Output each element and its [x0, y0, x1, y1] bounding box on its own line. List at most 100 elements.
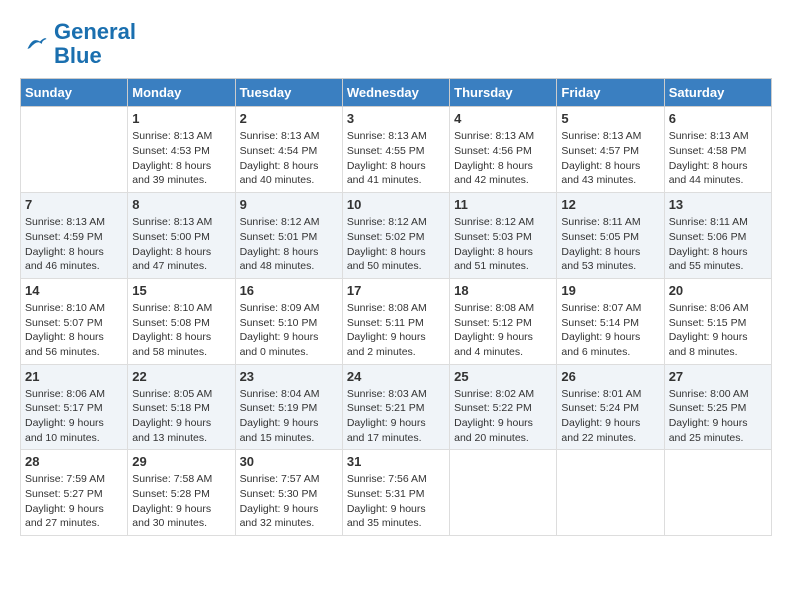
day-number: 8	[132, 197, 230, 212]
day-info: Sunrise: 8:06 AM Sunset: 5:17 PM Dayligh…	[25, 387, 123, 446]
day-number: 9	[240, 197, 338, 212]
calendar-cell: 20 Sunrise: 8:06 AM Sunset: 5:15 PM Dayli…	[664, 278, 771, 364]
day-number: 2	[240, 111, 338, 126]
day-info: Sunrise: 8:02 AM Sunset: 5:22 PM Dayligh…	[454, 387, 552, 446]
calendar-cell: 8 Sunrise: 8:13 AM Sunset: 5:00 PM Daylig…	[128, 193, 235, 279]
day-number: 16	[240, 283, 338, 298]
day-info: Sunrise: 8:13 AM Sunset: 5:00 PM Dayligh…	[132, 215, 230, 274]
calendar-cell: 9 Sunrise: 8:12 AM Sunset: 5:01 PM Daylig…	[235, 193, 342, 279]
calendar-cell: 30 Sunrise: 7:57 AM Sunset: 5:30 PM Dayli…	[235, 450, 342, 536]
weekday-header: Monday	[128, 79, 235, 107]
calendar-cell: 2 Sunrise: 8:13 AM Sunset: 4:54 PM Daylig…	[235, 107, 342, 193]
day-number: 18	[454, 283, 552, 298]
day-number: 14	[25, 283, 123, 298]
day-number: 1	[132, 111, 230, 126]
calendar-week-row: 1 Sunrise: 8:13 AM Sunset: 4:53 PM Daylig…	[21, 107, 772, 193]
day-number: 28	[25, 454, 123, 469]
calendar-cell: 31Sunrise: 7:56 AM Sunset: 5:31 PM Dayli…	[342, 450, 449, 536]
calendar-week-row: 28 Sunrise: 7:59 AM Sunset: 5:27 PM Dayli…	[21, 450, 772, 536]
calendar-cell: 25 Sunrise: 8:02 AM Sunset: 5:22 PM Dayli…	[450, 364, 557, 450]
calendar-cell: 10 Sunrise: 8:12 AM Sunset: 5:02 PM Dayli…	[342, 193, 449, 279]
weekday-header: Saturday	[664, 79, 771, 107]
calendar-cell: 17Sunrise: 8:08 AM Sunset: 5:11 PM Dayli…	[342, 278, 449, 364]
day-number: 29	[132, 454, 230, 469]
calendar-header-row: SundayMondayTuesdayWednesdayThursdayFrid…	[21, 79, 772, 107]
day-info: Sunrise: 7:58 AM Sunset: 5:28 PM Dayligh…	[132, 472, 230, 531]
calendar-cell	[21, 107, 128, 193]
day-number: 24	[347, 369, 445, 384]
calendar-cell: 6Sunrise: 8:13 AM Sunset: 4:58 PM Daylig…	[664, 107, 771, 193]
day-info: Sunrise: 8:12 AM Sunset: 5:03 PM Dayligh…	[454, 215, 552, 274]
day-info: Sunrise: 8:13 AM Sunset: 4:53 PM Dayligh…	[132, 129, 230, 188]
calendar-cell: 24 Sunrise: 8:03 AM Sunset: 5:21 PM Dayli…	[342, 364, 449, 450]
calendar-cell: 18 Sunrise: 8:08 AM Sunset: 5:12 PM Dayli…	[450, 278, 557, 364]
day-info: Sunrise: 8:07 AM Sunset: 5:14 PM Dayligh…	[561, 301, 659, 360]
day-number: 17	[347, 283, 445, 298]
day-info: Sunrise: 8:13 AM Sunset: 4:57 PM Dayligh…	[561, 129, 659, 188]
weekday-header: Tuesday	[235, 79, 342, 107]
day-number: 20	[669, 283, 767, 298]
day-number: 13	[669, 197, 767, 212]
day-number: 7	[25, 197, 123, 212]
calendar-cell: 4 Sunrise: 8:13 AM Sunset: 4:56 PM Daylig…	[450, 107, 557, 193]
calendar-cell: 14Sunrise: 8:10 AM Sunset: 5:07 PM Dayli…	[21, 278, 128, 364]
weekday-header: Wednesday	[342, 79, 449, 107]
day-info: Sunrise: 8:03 AM Sunset: 5:21 PM Dayligh…	[347, 387, 445, 446]
day-number: 10	[347, 197, 445, 212]
day-info: Sunrise: 8:11 AM Sunset: 5:06 PM Dayligh…	[669, 215, 767, 274]
calendar-cell: 16 Sunrise: 8:09 AM Sunset: 5:10 PM Dayli…	[235, 278, 342, 364]
calendar-cell: 26 Sunrise: 8:01 AM Sunset: 5:24 PM Dayli…	[557, 364, 664, 450]
day-info: Sunrise: 8:13 AM Sunset: 4:59 PM Dayligh…	[25, 215, 123, 274]
day-number: 30	[240, 454, 338, 469]
day-number: 19	[561, 283, 659, 298]
weekday-header: Thursday	[450, 79, 557, 107]
calendar-cell: 23 Sunrise: 8:04 AM Sunset: 5:19 PM Dayli…	[235, 364, 342, 450]
weekday-header: Friday	[557, 79, 664, 107]
day-info: Sunrise: 8:06 AM Sunset: 5:15 PM Dayligh…	[669, 301, 767, 360]
day-info: Sunrise: 8:05 AM Sunset: 5:18 PM Dayligh…	[132, 387, 230, 446]
day-number: 3	[347, 111, 445, 126]
day-number: 25	[454, 369, 552, 384]
day-number: 27	[669, 369, 767, 384]
calendar-week-row: 14Sunrise: 8:10 AM Sunset: 5:07 PM Dayli…	[21, 278, 772, 364]
calendar-cell	[450, 450, 557, 536]
day-info: Sunrise: 7:59 AM Sunset: 5:27 PM Dayligh…	[25, 472, 123, 531]
calendar-cell	[664, 450, 771, 536]
logo-icon	[20, 34, 50, 54]
day-number: 12	[561, 197, 659, 212]
day-info: Sunrise: 8:01 AM Sunset: 5:24 PM Dayligh…	[561, 387, 659, 446]
calendar-cell: 13 Sunrise: 8:11 AM Sunset: 5:06 PM Dayli…	[664, 193, 771, 279]
day-info: Sunrise: 8:08 AM Sunset: 5:12 PM Dayligh…	[454, 301, 552, 360]
calendar-cell: 29 Sunrise: 7:58 AM Sunset: 5:28 PM Dayli…	[128, 450, 235, 536]
day-number: 6	[669, 111, 767, 126]
day-info: Sunrise: 8:13 AM Sunset: 4:54 PM Dayligh…	[240, 129, 338, 188]
calendar-week-row: 21 Sunrise: 8:06 AM Sunset: 5:17 PM Dayli…	[21, 364, 772, 450]
day-number: 4	[454, 111, 552, 126]
day-info: Sunrise: 8:04 AM Sunset: 5:19 PM Dayligh…	[240, 387, 338, 446]
day-number: 26	[561, 369, 659, 384]
day-number: 11	[454, 197, 552, 212]
calendar-cell: 22 Sunrise: 8:05 AM Sunset: 5:18 PM Dayli…	[128, 364, 235, 450]
day-info: Sunrise: 8:13 AM Sunset: 4:55 PM Dayligh…	[347, 129, 445, 188]
day-info: Sunrise: 8:13 AM Sunset: 4:56 PM Dayligh…	[454, 129, 552, 188]
calendar-cell: 15Sunrise: 8:10 AM Sunset: 5:08 PM Dayli…	[128, 278, 235, 364]
calendar-cell	[557, 450, 664, 536]
day-number: 23	[240, 369, 338, 384]
day-number: 22	[132, 369, 230, 384]
calendar-cell: 3 Sunrise: 8:13 AM Sunset: 4:55 PM Daylig…	[342, 107, 449, 193]
day-info: Sunrise: 8:12 AM Sunset: 5:01 PM Dayligh…	[240, 215, 338, 274]
calendar-cell: 5Sunrise: 8:13 AM Sunset: 4:57 PM Daylig…	[557, 107, 664, 193]
weekday-header: Sunday	[21, 79, 128, 107]
header: General Blue	[20, 20, 772, 68]
calendar-cell: 1 Sunrise: 8:13 AM Sunset: 4:53 PM Daylig…	[128, 107, 235, 193]
day-info: Sunrise: 8:12 AM Sunset: 5:02 PM Dayligh…	[347, 215, 445, 274]
calendar-cell: 21 Sunrise: 8:06 AM Sunset: 5:17 PM Dayli…	[21, 364, 128, 450]
day-info: Sunrise: 7:57 AM Sunset: 5:30 PM Dayligh…	[240, 472, 338, 531]
logo-text: General Blue	[54, 20, 136, 68]
day-info: Sunrise: 8:09 AM Sunset: 5:10 PM Dayligh…	[240, 301, 338, 360]
logo: General Blue	[20, 20, 136, 68]
day-number: 15	[132, 283, 230, 298]
day-info: Sunrise: 8:00 AM Sunset: 5:25 PM Dayligh…	[669, 387, 767, 446]
day-number: 31	[347, 454, 445, 469]
day-number: 21	[25, 369, 123, 384]
